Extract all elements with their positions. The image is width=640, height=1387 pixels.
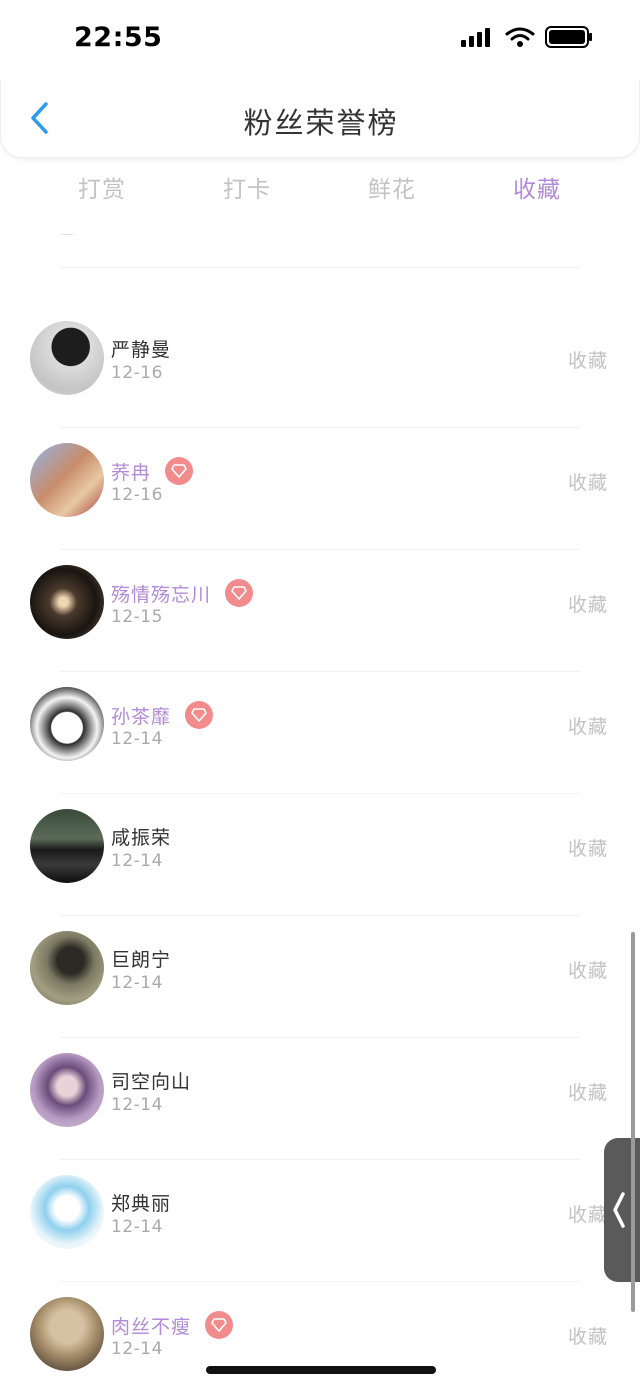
list-item[interactable]: 12-16 收藏 (0, 234, 640, 268)
avatar (30, 809, 104, 883)
list-item[interactable]: 巨朗宁 12-14 收藏 (0, 916, 640, 1038)
page-title: 粉丝荣誉榜 (243, 106, 399, 140)
name-line: 咸振荣 (111, 823, 171, 850)
name-line: 荞冉 (111, 457, 194, 485)
avatar (30, 1297, 104, 1371)
fan-date: 12-16 (111, 485, 163, 505)
fan-date: 12-14 (111, 1217, 163, 1237)
status-bar: 22:55 (0, 0, 640, 80)
fan-date: 12-16 (111, 363, 163, 383)
name-line: 郑典丽 (111, 1189, 171, 1216)
diamond-icon (225, 579, 254, 607)
favorite-label: 收藏 (567, 716, 608, 738)
favorite-label: 收藏 (567, 594, 608, 616)
favorite-label: 收藏 (567, 838, 608, 860)
name-line: 司空向山 (111, 1067, 191, 1094)
avatar (30, 234, 104, 235)
fan-name: 殇情殇忘川 (111, 583, 212, 606)
tab-favorites[interactable]: 收藏 (487, 170, 587, 204)
fan-name: 巨朗宁 (111, 949, 172, 971)
fan-date: 12-14 (111, 729, 163, 749)
fan-name: 司空向山 (111, 1071, 192, 1093)
home-indicator[interactable] (206, 1366, 436, 1374)
list-item[interactable]: 司空向山 12-14 收藏 (0, 1038, 640, 1160)
diamond-icon (165, 457, 194, 485)
fan-name: 孙茶靡 (111, 705, 172, 728)
fan-list: 12-16 收藏 严静曼 12-16 收藏 荞冉 12-16 收藏 殇情殇忘川 (0, 234, 640, 1387)
fan-date: 12-14 (111, 973, 163, 993)
name-line: 巨朗宁 (111, 945, 171, 972)
fan-date: 12-14 (111, 851, 163, 871)
wifi-icon (505, 27, 535, 47)
list-item[interactable]: 严静曼 12-16 收藏 (0, 306, 640, 428)
avatar (30, 687, 104, 761)
fan-name: 肉丝不瘦 (111, 1315, 192, 1338)
favorite-label: 收藏 (567, 1204, 608, 1226)
tab-tip[interactable]: 打赏 (52, 170, 152, 204)
list-item[interactable]: 郑典丽 12-14 收藏 (0, 1160, 640, 1282)
favorite-label: 收藏 (567, 350, 608, 372)
avatar (30, 565, 104, 639)
name-line: 肉丝不瘦 (111, 1311, 234, 1339)
name-line: 殇情殇忘川 (111, 579, 254, 607)
scrollbar[interactable] (631, 932, 635, 1312)
fan-name: 荞冉 (111, 461, 152, 484)
diamond-icon (205, 1311, 234, 1339)
nav-bar: 粉丝荣誉榜 (0, 80, 640, 158)
tab-checkin[interactable]: 打卡 (197, 170, 297, 204)
favorite-label: 收藏 (567, 960, 608, 982)
avatar (30, 1175, 104, 1249)
fan-name: 严静曼 (111, 339, 172, 361)
diamond-icon (185, 701, 214, 729)
chevron-left-icon (613, 1192, 625, 1228)
avatar (30, 321, 104, 395)
fan-name: 郑典丽 (111, 1193, 172, 1215)
favorite-label: 收藏 (567, 1326, 608, 1348)
tab-bar: 打赏 打卡 鲜花 收藏 (0, 160, 640, 212)
avatar (30, 931, 104, 1005)
fan-date: 12-14 (111, 1095, 163, 1115)
fan-name: 咸振荣 (111, 827, 172, 849)
status-time: 22:55 (74, 22, 163, 53)
list-item[interactable]: 咸振荣 12-14 收藏 (0, 794, 640, 916)
signal-icon (461, 28, 490, 47)
favorite-label: 收藏 (567, 472, 608, 494)
name-line: 严静曼 (111, 335, 171, 362)
favorite-label: 收藏 (567, 1082, 608, 1104)
avatar (30, 443, 104, 517)
divider (60, 267, 580, 268)
battery-icon (545, 26, 592, 48)
avatar (30, 1053, 104, 1127)
tab-flowers[interactable]: 鲜花 (342, 170, 442, 204)
fan-date: 12-14 (111, 1339, 163, 1359)
name-line: 孙茶靡 (111, 701, 214, 729)
list-item[interactable]: 荞冉 12-16 收藏 (0, 428, 640, 550)
list-item[interactable]: 孙茶靡 12-14 收藏 (0, 672, 640, 794)
fan-date: 12-15 (111, 607, 163, 627)
list-item[interactable]: 殇情殇忘川 12-15 收藏 (0, 550, 640, 672)
